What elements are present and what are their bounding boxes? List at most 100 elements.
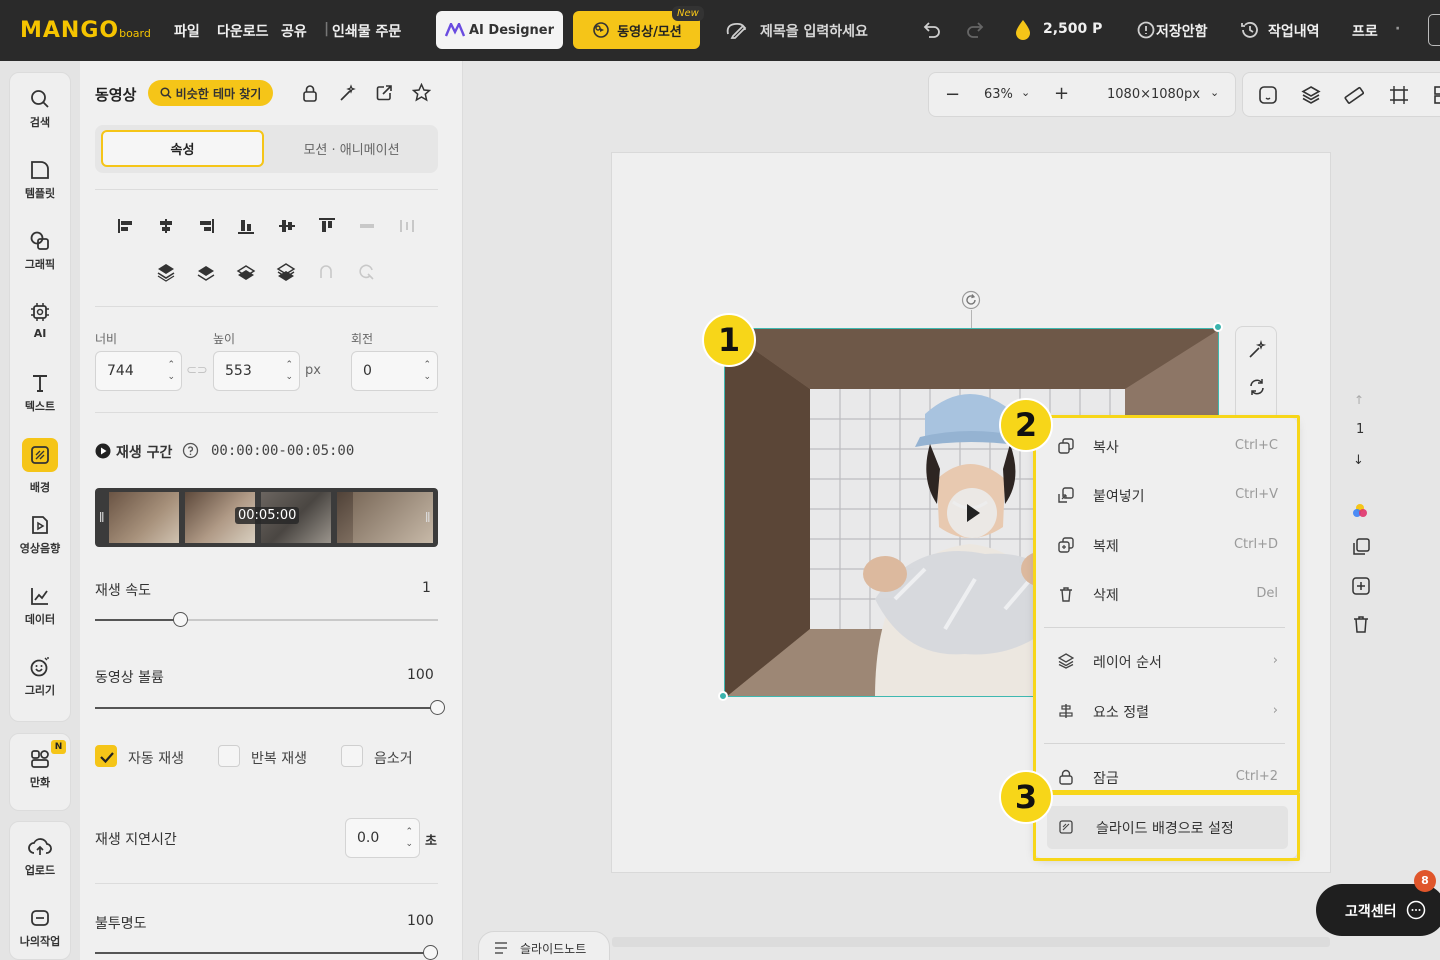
clip-frame [353, 492, 433, 543]
speed-slider-thumb[interactable] [173, 612, 188, 627]
find-similar-theme-button[interactable]: 비슷한 테마 찾기 [148, 80, 273, 106]
layers-icon[interactable] [1301, 85, 1321, 105]
mango-logo[interactable]: MANGOboard [20, 18, 151, 43]
width-stepper[interactable]: ⌃ ⌄ [167, 359, 175, 383]
menu-item-lock[interactable]: 잠금 Ctrl+2 [1046, 757, 1288, 797]
nav-text[interactable]: 텍스트 [0, 372, 80, 432]
magic-wand-icon[interactable] [1247, 340, 1267, 360]
magic-wand-icon[interactable] [338, 84, 356, 102]
menu-item-copy[interactable]: 복사 Ctrl+C [1046, 426, 1288, 466]
undo-icon[interactable] [921, 20, 941, 40]
menu-item-align-elements[interactable]: 요소 정렬 › [1046, 691, 1288, 731]
nav-upload[interactable]: 업로드 [0, 836, 80, 896]
grid-icon[interactable] [1433, 85, 1440, 105]
play-icon [967, 504, 980, 522]
nav-draw[interactable]: 그리기 [0, 656, 80, 716]
horizontal-scrollbar[interactable] [612, 937, 1330, 947]
points-balance[interactable]: 2,500 P [1043, 21, 1102, 37]
history-button[interactable]: 작업내역 [1268, 21, 1320, 41]
help-icon[interactable] [182, 442, 199, 459]
swap-icon[interactable] [1247, 377, 1267, 397]
redo-icon[interactable] [966, 20, 986, 40]
link-ratio-icon[interactable]: ⊂⊃ [186, 363, 208, 378]
sticker-icon[interactable] [1258, 85, 1278, 105]
clip-timeline[interactable]: ǁ ǁ 00:05:00 [95, 488, 438, 547]
canvas-size[interactable]: 1080×1080px [1107, 87, 1200, 102]
color-palette-icon[interactable] [1351, 502, 1369, 520]
menu-print-order[interactable]: 인쇄물 주문 [332, 21, 401, 41]
opacity-slider-track[interactable] [95, 952, 438, 954]
menu-file[interactable]: 파일 [174, 21, 200, 41]
mute-checkbox[interactable] [341, 745, 363, 767]
menu-item-layer-order[interactable]: 레이어 순서 › [1046, 641, 1288, 681]
page-up-arrow[interactable]: ↑ [1354, 393, 1364, 407]
lock-icon[interactable] [301, 84, 319, 102]
zoom-in-button[interactable]: + [1054, 83, 1069, 104]
trim-handle-left[interactable]: ǁ [99, 510, 104, 523]
menu-download[interactable]: 다운로드 [217, 21, 269, 41]
delay-input[interactable]: 0.0 ⌃ ⌄ [345, 818, 420, 858]
play-button[interactable] [947, 488, 997, 538]
add-page-icon[interactable] [1351, 576, 1371, 596]
copy-page-icon[interactable] [1351, 537, 1371, 557]
nav-mywork[interactable]: 나의작업 [0, 907, 80, 960]
height-stepper[interactable]: ⌃ ⌄ [285, 359, 293, 383]
chevron-down-icon[interactable]: ⌄ [1021, 86, 1030, 99]
height-input[interactable]: 553 ⌃ ⌄ [213, 351, 300, 391]
menu-item-paste[interactable]: 붙여넣기 Ctrl+V [1046, 475, 1288, 515]
rotation-input[interactable]: 0 ⌃ ⌄ [351, 351, 438, 391]
nav-ai[interactable]: AI [0, 301, 80, 361]
menu-item-set-slide-background[interactable]: 슬라이드 배경으로 설정 [1046, 807, 1288, 847]
volume-slider-thumb[interactable] [430, 700, 445, 715]
title-input[interactable]: 제목을 입력하세요 [760, 21, 868, 41]
send-to-back-icon[interactable] [276, 262, 296, 282]
customer-center-button[interactable]: 고객센터 [1316, 884, 1440, 936]
rotation-stepper[interactable]: ⌃ ⌄ [423, 359, 431, 383]
star-icon[interactable] [412, 83, 431, 102]
delay-stepper[interactable]: ⌃ ⌄ [405, 826, 413, 850]
comic-icon [0, 748, 80, 770]
trim-handle-right[interactable]: ǁ [425, 510, 430, 523]
resize-handle-top-right[interactable] [1213, 322, 1223, 332]
bring-forward-icon[interactable] [196, 262, 216, 282]
zoom-out-button[interactable]: − [945, 84, 960, 105]
align-center-h-icon[interactable] [157, 218, 175, 234]
nav-background[interactable]: 배경 [0, 438, 80, 498]
panel-toggle-icon[interactable] [1428, 14, 1440, 46]
bring-to-front-icon[interactable] [156, 262, 176, 282]
opacity-slider-thumb[interactable] [423, 945, 438, 960]
page-down-arrow[interactable]: ↓ [1353, 453, 1364, 468]
nav-template[interactable]: 템플릿 [0, 159, 80, 219]
menu-item-duplicate[interactable]: 복제 Ctrl+D [1046, 525, 1288, 565]
pro-button[interactable]: 프로 [1352, 21, 1378, 41]
align-bottom-icon[interactable] [237, 218, 255, 234]
loop-checkbox[interactable] [218, 745, 240, 767]
nav-search[interactable]: 검색 [0, 88, 80, 148]
unsaved-status[interactable]: 저장안함 [1156, 21, 1208, 41]
align-top-icon[interactable] [318, 218, 336, 234]
ruler-icon[interactable] [1344, 85, 1364, 105]
chevron-down-icon[interactable]: ⌄ [1210, 86, 1219, 99]
zoom-level[interactable]: 63% [984, 87, 1013, 102]
tab-motion-animation[interactable]: 모션 · 애니메이션 [270, 130, 433, 167]
width-input[interactable]: 744 ⌃ ⌄ [95, 351, 182, 391]
menu-share[interactable]: 공유 [281, 21, 307, 41]
nav-media[interactable]: 영상음향 [0, 514, 80, 574]
align-right-icon[interactable] [197, 218, 215, 234]
resize-handle-bottom-left[interactable] [718, 691, 728, 701]
autoplay-checkbox[interactable] [95, 745, 117, 767]
frame-crop-icon[interactable] [1389, 85, 1409, 105]
nav-comic[interactable]: 만화 [0, 748, 80, 808]
align-middle-v-icon[interactable] [278, 218, 296, 234]
menu-item-delete[interactable]: 삭제 Del [1046, 574, 1288, 614]
replace-icon[interactable] [375, 84, 393, 102]
ai-designer-button[interactable]: AI Designer [436, 11, 563, 49]
align-left-icon[interactable] [117, 218, 135, 234]
tab-properties[interactable]: 속성 [101, 130, 264, 167]
send-backward-icon[interactable] [236, 262, 256, 282]
nav-data[interactable]: 데이터 [0, 585, 80, 645]
rotate-handle-icon[interactable] [961, 290, 981, 310]
slide-note-tab[interactable]: 슬라이드노트 [478, 931, 610, 960]
trash-page-icon[interactable] [1351, 614, 1371, 634]
nav-graphic[interactable]: 그래픽 [0, 230, 80, 290]
